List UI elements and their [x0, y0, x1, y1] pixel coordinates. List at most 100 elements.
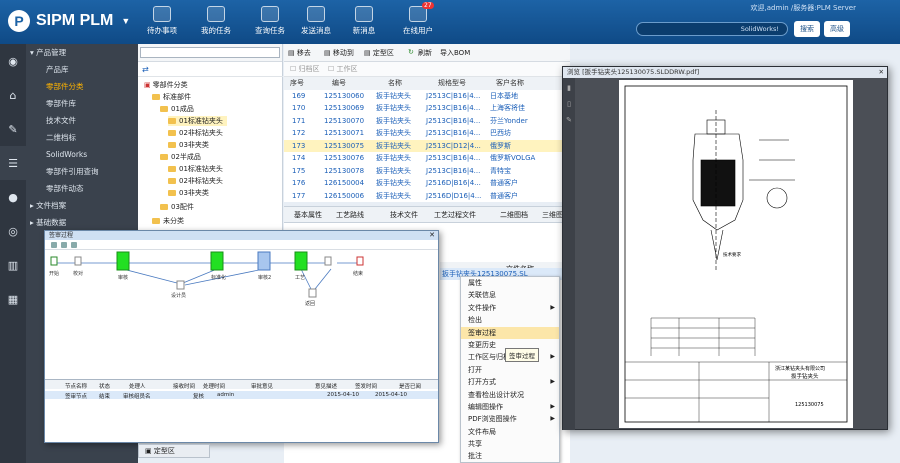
toolbar-query-tasks-button[interactable]: 查询任务	[244, 6, 296, 36]
chevron-down-icon[interactable]: ▼	[121, 16, 130, 26]
bookmark-icon[interactable]: ▮	[563, 84, 575, 92]
print-icon[interactable]	[71, 241, 77, 248]
nav-item[interactable]: 零部件引用查询	[26, 163, 138, 180]
edit-icon[interactable]: ✎	[0, 112, 26, 146]
refresh-button[interactable]: 刷新	[418, 48, 432, 58]
menu-item[interactable]: 批注	[461, 450, 559, 462]
attach-icon[interactable]: ✎	[563, 116, 575, 124]
table-row[interactable]: 173 125130075 扳手钻夹头 J2513C|D12|4... 俄罗斯	[284, 139, 570, 152]
tree-node[interactable]: 02半成品	[160, 152, 201, 162]
tree-filter-combo[interactable]	[140, 47, 280, 58]
menu-item[interactable]: 检出	[461, 314, 559, 326]
move-out-button[interactable]: ▤ 移去	[288, 48, 311, 58]
table-row[interactable]: 175 125130078 扳手钻夹头 J2513C|B16|4... 青特宝	[284, 165, 570, 178]
menu-item[interactable]: 打开方式 ▶	[461, 376, 559, 388]
signal-icon[interactable]: ◎	[0, 214, 26, 248]
menu-item[interactable]: 共享	[461, 438, 559, 450]
tab-process-route[interactable]: 工艺路线	[336, 210, 364, 220]
table-row[interactable]: 170 125130069 扳手钻夹头 J2513C|B16|4... 上海客将佳	[284, 102, 570, 115]
nav-item[interactable]: SolidWorks	[26, 146, 138, 163]
menu-item[interactable]: PDF浏览图操作 ▶	[461, 413, 559, 425]
tree-node[interactable]: 03非夹类	[168, 140, 209, 150]
tree-node-selected[interactable]: 01标准钻夹头	[168, 116, 227, 126]
menu-item[interactable]: 文件操作 ▶	[461, 302, 559, 314]
flow-table-row[interactable]: 签审节点 结束 审核组员名 复核 admin 2015-04-10 2015-0…	[45, 391, 438, 400]
tree-node[interactable]: 01标准钻夹头	[168, 164, 223, 174]
tree-node[interactable]: 02非标钻夹头	[168, 128, 223, 138]
tree-node[interactable]: 03配件	[160, 202, 194, 212]
toolbar-send-message-button[interactable]: 发送消息	[290, 6, 342, 36]
nav-item[interactable]: 产品库	[26, 61, 138, 78]
tree-root[interactable]: ▣ 零部件分类	[144, 80, 188, 90]
thumbnail-icon[interactable]: ▯	[563, 100, 575, 108]
nav-item-active[interactable]: 零部件分类	[26, 78, 138, 95]
nav-item[interactable]: 技术文件	[26, 112, 138, 129]
menu-item[interactable]: 关联信息	[461, 289, 559, 301]
toolbar-new-message-button[interactable]: 新消息	[338, 6, 390, 36]
menu-item[interactable]: 查看检出设计状况	[461, 389, 559, 401]
product-icon[interactable]: ◉	[0, 44, 26, 78]
tab-process-files[interactable]: 工艺过程文件	[434, 210, 476, 220]
table-row[interactable]: 174 125130076 扳手钻夹头 J2513C|B16|4... 俄罗斯VOLGA	[284, 152, 570, 165]
archive-filter-checkbox[interactable]: ☐ 归档区	[290, 64, 320, 74]
table-row[interactable]: 176 126150004 扳手钻夹头 J2516D|B16|4... 普通客户	[284, 177, 570, 190]
table-row[interactable]: 169 125130060 扳手钻夹头 J2513C|B16|4... 日本基地	[284, 90, 570, 103]
menu-item[interactable]: 编辑图操作 ▶	[461, 401, 559, 413]
calendar-icon[interactable]: ▦	[0, 282, 26, 316]
tab-basic[interactable]: 基本属性	[294, 210, 322, 220]
flow-node-current[interactable]	[257, 251, 271, 271]
tree-node[interactable]: 03非夹类	[168, 188, 209, 198]
move-to-button[interactable]: ▤ 移动到	[324, 48, 354, 58]
database-icon[interactable]: ☰	[0, 146, 26, 180]
nav-section-product[interactable]: ▾ 产品管理	[26, 44, 138, 61]
tab-tech-files[interactable]: 技术文件	[390, 210, 418, 220]
menu-item[interactable]: 签审过程	[461, 326, 559, 339]
menu-item[interactable]: 打开	[461, 364, 559, 376]
flow-node[interactable]	[74, 256, 82, 266]
close-icon[interactable]: ✕	[429, 231, 435, 240]
app-logo[interactable]: P SIPM PLM ▼	[8, 10, 130, 32]
nav-section-basedata[interactable]: ▸ 基础数据	[26, 214, 138, 231]
import-bom-button[interactable]: 导入BOM	[440, 48, 470, 58]
home-icon[interactable]: ⌂	[0, 78, 26, 112]
close-icon[interactable]: ✕	[879, 67, 884, 78]
nav-item[interactable]: 零部件动态	[26, 180, 138, 197]
flow-node-end[interactable]	[356, 256, 364, 266]
table-row[interactable]: 172 125130071 扳手钻夹头 J2513C|B16|4... 巴西坊	[284, 127, 570, 140]
cell-spec: J2513C|B16|4...	[426, 166, 481, 175]
search-button[interactable]: 搜索	[794, 21, 820, 37]
tree-node[interactable]: 02非标钻夹头	[168, 176, 223, 186]
bottom-tab-bind-area[interactable]: ▣ 定型区	[138, 444, 210, 458]
work-filter-checkbox[interactable]: ☐ 工作区	[328, 64, 358, 74]
tab-2d[interactable]: 二维图档	[500, 210, 528, 220]
flow-node[interactable]	[176, 280, 185, 290]
flow-node[interactable]	[324, 256, 332, 266]
nav-item[interactable]: 二维档标	[26, 129, 138, 146]
nav-section-files[interactable]: ▸ 文件档案	[26, 197, 138, 214]
flow-node-done[interactable]	[116, 251, 130, 271]
nav-item[interactable]: 零部件库	[26, 95, 138, 112]
menu-item[interactable]: 属性	[461, 277, 559, 289]
refresh-icon[interactable]: ↻	[408, 48, 414, 56]
fit-icon[interactable]	[61, 241, 67, 248]
toolbar-todo-button[interactable]: 待办事项	[136, 6, 188, 36]
book-icon[interactable]: ▥	[0, 248, 26, 282]
chat-icon[interactable]: ●	[0, 180, 26, 214]
zoom-icon[interactable]	[51, 241, 57, 248]
tree-node[interactable]: 标准部件	[152, 92, 191, 102]
menu-item[interactable]: 文件布局	[461, 426, 559, 438]
flow-node-done[interactable]	[294, 251, 308, 271]
flow-node[interactable]	[308, 288, 317, 298]
flow-node-done[interactable]	[210, 251, 224, 271]
bind-area-button[interactable]: ▤ 定型区	[364, 48, 394, 58]
toolbar-my-tasks-button[interactable]: 我的任务	[190, 6, 242, 36]
table-row[interactable]: 177 126150006 扳手钻夹头 J2516D|D16|4... 普通客户	[284, 190, 570, 203]
flow-node-start[interactable]	[50, 256, 58, 266]
search-input[interactable]: SolidWorks!	[636, 22, 788, 36]
table-row[interactable]: 171 125130070 扳手钻夹头 J2513C|B16|4... 芬兰Yonder	[284, 115, 570, 128]
tree-node[interactable]: 01成品	[160, 104, 194, 114]
advanced-search-button[interactable]: 高级	[824, 21, 850, 37]
tree-refresh-icon[interactable]: ⇄	[142, 65, 149, 74]
tree-node[interactable]: 未分类	[152, 216, 184, 226]
toolbar-online-users-button[interactable]: 27 在线用户	[392, 2, 444, 36]
